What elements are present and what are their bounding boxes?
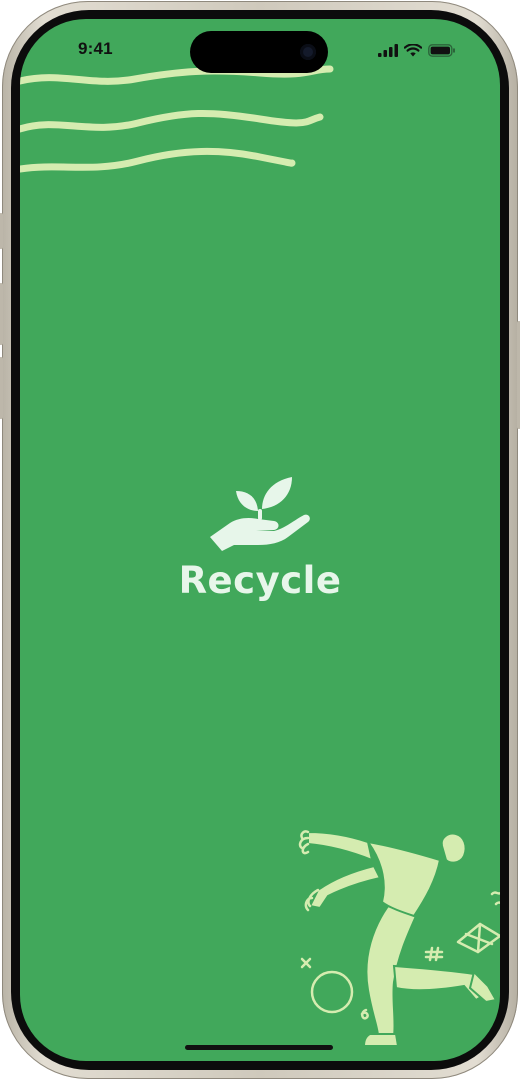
app-screen[interactable]: 9:41 Recycle xyxy=(20,19,500,1061)
volume-down-button xyxy=(0,357,3,419)
signal-icon xyxy=(378,43,398,57)
status-time: 9:41 xyxy=(78,39,113,58)
battery-icon xyxy=(428,43,455,57)
status-icons xyxy=(378,43,456,57)
dynamic-island xyxy=(190,31,328,73)
action-button xyxy=(0,213,3,249)
wifi-icon xyxy=(404,43,422,56)
camera-icon xyxy=(300,44,316,60)
dancing-person-illustration xyxy=(298,830,500,1047)
home-indicator[interactable] xyxy=(185,1045,333,1050)
splash-logo: Recycle xyxy=(20,471,500,602)
app-title: Recycle xyxy=(178,559,342,602)
volume-up-button xyxy=(0,283,3,345)
hand-sprout-icon xyxy=(210,477,310,551)
